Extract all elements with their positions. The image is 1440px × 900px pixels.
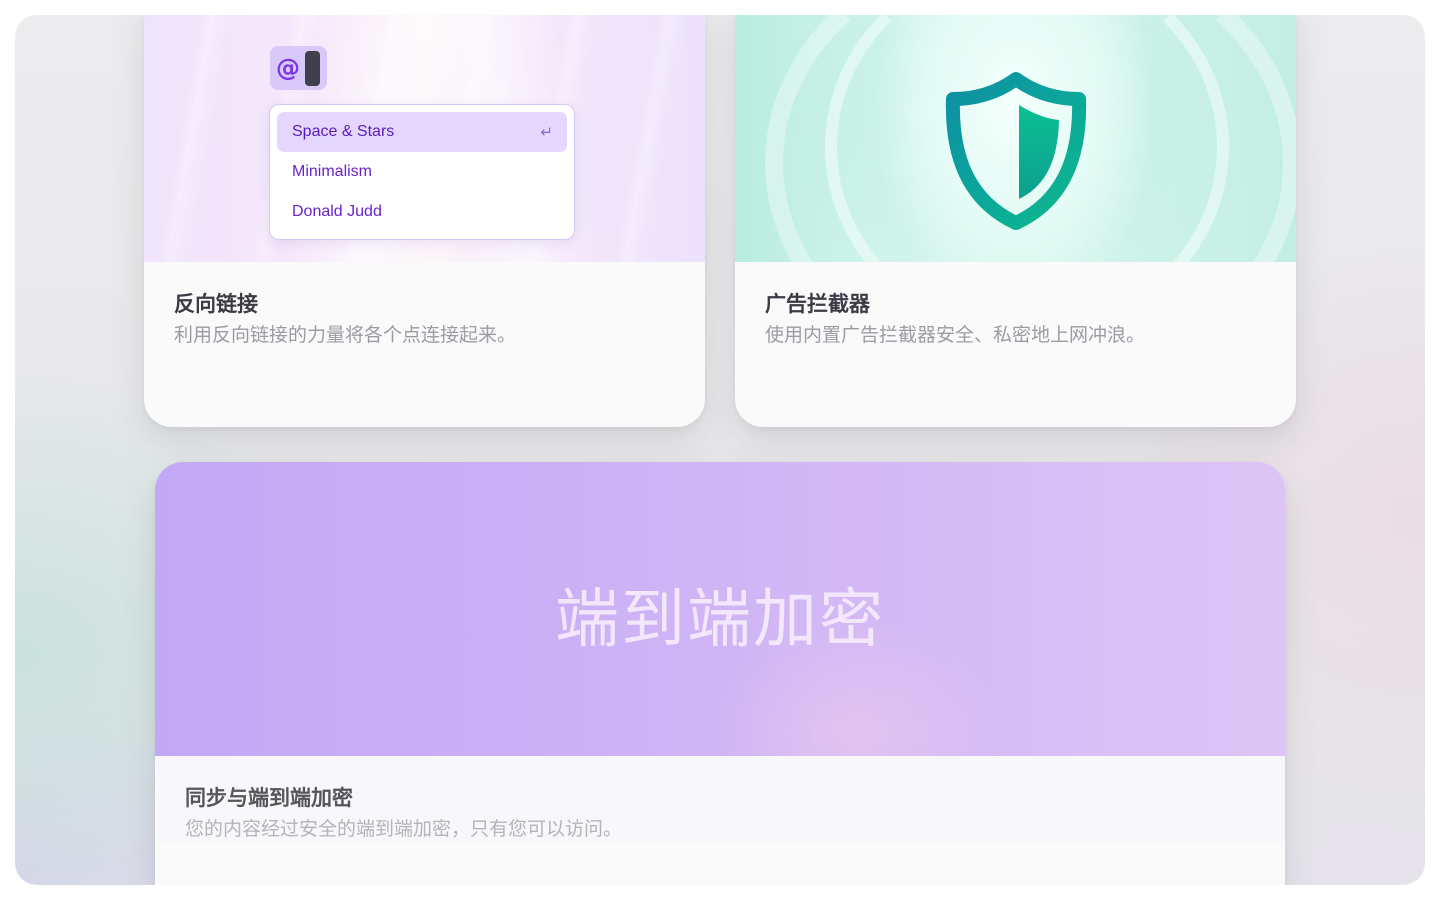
mention-option-label: Space & Stars: [292, 123, 395, 140]
mention-option-minimalism[interactable]: Minimalism: [277, 152, 567, 192]
mention-trigger-chip: @: [270, 46, 327, 90]
at-sign-icon: @: [276, 54, 300, 82]
backlinks-description: 利用反向链接的力量将各个点连接起来。: [174, 324, 517, 346]
e2e-title: 同步与端到端加密: [185, 786, 353, 810]
adblock-card-body: 广告拦截器 使用内置广告拦截器安全、私密地上网冲浪。: [735, 262, 1296, 350]
mention-option-label: Donald Judd: [292, 203, 382, 220]
mention-suggestion-dropdown: Space & Stars ↵ Minimalism Donald Judd: [269, 104, 575, 240]
adblock-title: 广告拦截器: [765, 292, 870, 316]
adblock-banner: [735, 15, 1296, 262]
page-frame: @ Space & Stars ↵ Minimalism Donald Judd…: [15, 15, 1425, 885]
adblock-feature-card: 广告拦截器 使用内置广告拦截器安全、私密地上网冲浪。: [735, 15, 1296, 427]
mention-option-space-stars[interactable]: Space & Stars ↵: [277, 112, 567, 152]
shield-icon: [945, 72, 1087, 230]
adblock-description: 使用内置广告拦截器安全、私密地上网冲浪。: [765, 324, 1146, 346]
mention-option-label: Minimalism: [292, 163, 372, 180]
e2e-banner-title: 端到端加密: [555, 583, 885, 657]
backlinks-card-body: 反向链接 利用反向链接的力量将各个点连接起来。: [144, 262, 705, 350]
e2e-encryption-feature-card: 端到端加密 同步与端到端加密 您的内容经过安全的端到端加密，只有您可以访问。: [155, 462, 1285, 885]
e2e-banner: 端到端加密: [155, 462, 1285, 756]
e2e-description: 您的内容经过安全的端到端加密，只有您可以访问。: [185, 818, 623, 840]
backlinks-banner: @ Space & Stars ↵ Minimalism Donald Judd: [144, 15, 705, 262]
enter-key-icon: ↵: [540, 123, 553, 141]
backlinks-title: 反向链接: [174, 292, 258, 316]
text-cursor: [305, 50, 320, 86]
mention-option-donald-judd[interactable]: Donald Judd: [277, 192, 567, 232]
backlinks-feature-card: @ Space & Stars ↵ Minimalism Donald Judd…: [144, 15, 705, 427]
e2e-card-body: 同步与端到端加密 您的内容经过安全的端到端加密，只有您可以访问。: [155, 756, 1285, 844]
